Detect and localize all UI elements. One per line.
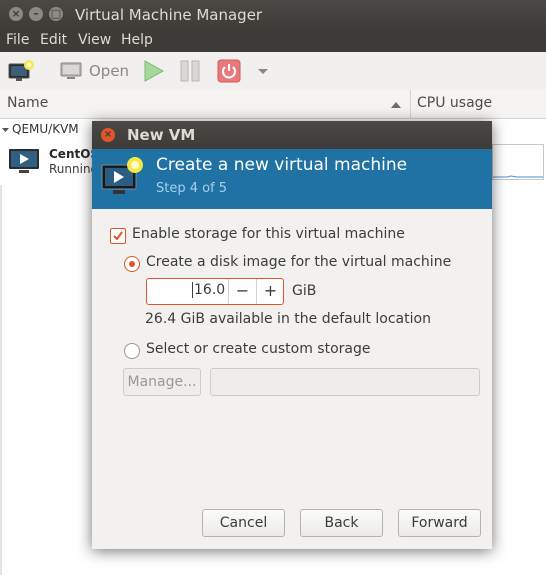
column-header: Name CPU usage xyxy=(0,90,546,119)
dialog-title: New VM xyxy=(127,126,196,144)
create-disk-label[interactable]: Create a disk image for the virtual mach… xyxy=(146,254,451,270)
play-icon xyxy=(144,60,165,82)
toolbar: Open xyxy=(0,52,546,91)
chevron-down-icon xyxy=(258,69,268,74)
menu-help[interactable]: Help xyxy=(121,32,153,48)
enable-storage-checkbox[interactable] xyxy=(110,228,126,244)
minimize-window-icon[interactable]: – xyxy=(29,7,43,21)
custom-storage-radio[interactable] xyxy=(124,343,140,359)
wizard-step: Step 4 of 5 xyxy=(156,181,228,196)
manage-button[interactable]: Manage... xyxy=(123,368,201,396)
main-titlebar: × – □ Virtual Machine Manager xyxy=(0,0,546,30)
column-cpu-usage[interactable]: CPU usage xyxy=(417,95,492,111)
new-vm-icon xyxy=(101,157,143,194)
menu-view[interactable]: View xyxy=(78,32,111,48)
open-button[interactable]: Open xyxy=(58,58,130,84)
forward-button[interactable]: Forward xyxy=(398,509,481,537)
disk-size-decrement-button[interactable]: − xyxy=(228,279,256,304)
wizard-heading: Create a new virtual machine xyxy=(156,155,408,175)
pause-button[interactable] xyxy=(178,58,204,84)
menubar: File Edit View Help xyxy=(0,30,546,52)
monitor-icon xyxy=(60,62,82,79)
disk-size-spinner: 16.0 − + xyxy=(146,278,284,305)
storage-path-input[interactable] xyxy=(210,368,480,396)
connection-label: QEMU/KVM xyxy=(12,122,79,136)
sort-ascending-icon[interactable] xyxy=(390,99,402,111)
enable-storage-label[interactable]: Enable storage for this virtual machine xyxy=(132,226,405,242)
checkmark-icon xyxy=(113,231,123,241)
window-title: Virtual Machine Manager xyxy=(75,6,263,24)
run-button[interactable] xyxy=(140,58,166,84)
disk-size-input[interactable]: 16.0 xyxy=(192,282,225,298)
create-disk-radio[interactable] xyxy=(124,256,140,272)
menu-file[interactable]: File xyxy=(6,32,29,48)
back-button[interactable]: Back xyxy=(300,509,383,537)
shutdown-button[interactable] xyxy=(216,58,242,84)
cancel-button[interactable]: Cancel xyxy=(202,509,285,537)
custom-storage-label[interactable]: Select or create custom storage xyxy=(146,341,371,357)
open-button-label: Open xyxy=(89,62,130,80)
wizard-header: Create a new virtual machine Step 4 of 5 xyxy=(92,149,492,209)
available-space-text: 26.4 GiB available in the default locati… xyxy=(145,311,431,327)
vm-monitor-icon xyxy=(9,149,39,173)
close-window-icon[interactable]: × xyxy=(9,7,23,21)
maximize-window-icon[interactable]: □ xyxy=(49,7,63,21)
pause-icon xyxy=(180,60,200,82)
column-divider xyxy=(410,90,411,118)
plus-icon: + xyxy=(263,281,278,300)
disk-size-unit: GiB xyxy=(292,283,317,299)
new-vm-dialog: × New VM Create a new virtual machine St… xyxy=(92,121,492,549)
vm-status: Running xyxy=(49,162,99,176)
disk-size-increment-button[interactable]: + xyxy=(256,279,284,304)
cpu-usage-graph xyxy=(492,144,544,180)
menu-edit[interactable]: Edit xyxy=(40,32,67,48)
expander-icon xyxy=(2,128,9,132)
power-icon xyxy=(217,59,241,83)
list-left-border xyxy=(0,185,2,575)
dialog-titlebar: × New VM xyxy=(92,121,492,149)
column-name[interactable]: Name xyxy=(7,95,48,111)
close-icon[interactable]: × xyxy=(101,128,115,142)
new-vm-icon xyxy=(8,60,34,81)
minus-icon: − xyxy=(235,281,250,300)
shutdown-menu-dropdown[interactable] xyxy=(256,58,270,84)
new-vm-button[interactable] xyxy=(6,58,36,84)
